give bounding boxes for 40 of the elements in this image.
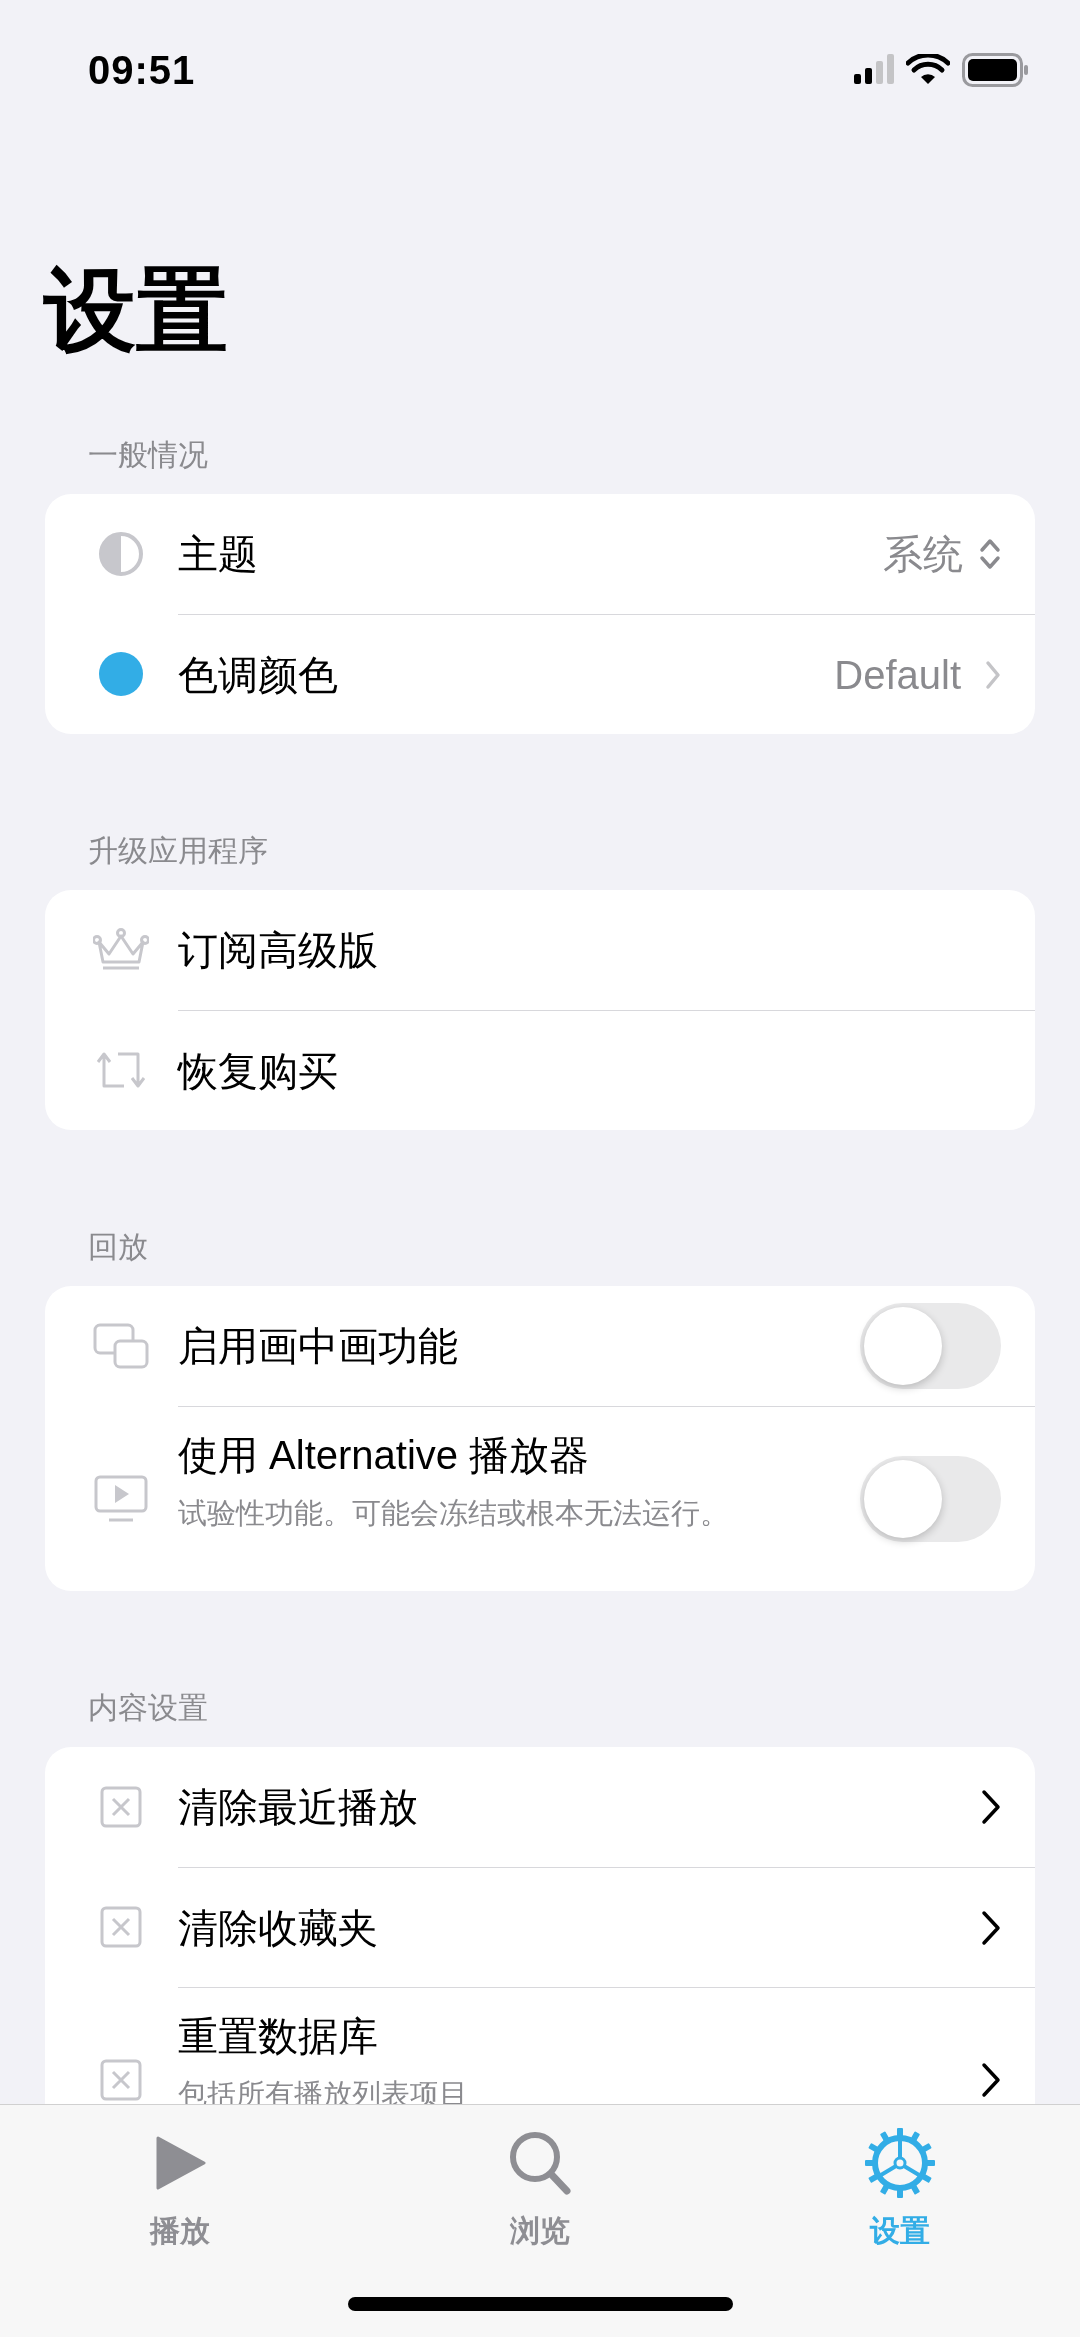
chevron-right-icon <box>981 1909 1001 1946</box>
settings-icon <box>865 2128 935 2198</box>
row-subtitle: 试验性功能。可能会冻结或根本无法运行。 <box>178 1496 730 1531</box>
row-label: 使用 Alternative 播放器 <box>178 1432 591 1479</box>
row-label: 清除最近播放 <box>178 1784 419 1831</box>
signal-icon <box>854 54 894 86</box>
chevron-right-icon <box>985 659 1001 690</box>
search-icon <box>509 2131 571 2195</box>
row-label: 重置数据库 <box>178 2013 379 2060</box>
row-label: 订阅高级版 <box>178 927 379 974</box>
section-header: 一般情况 <box>87 437 209 473</box>
crown-icon <box>93 928 149 972</box>
page-title: 设置 <box>42 260 229 360</box>
chevron-right-icon <box>981 2062 1001 2098</box>
tab-bar-item[interactable]: 浏览 <box>420 2125 660 2253</box>
theme-picker[interactable]: 系统 <box>883 524 1001 584</box>
color-dot-icon <box>98 651 144 697</box>
row-label: 启用画中画功能 <box>178 1323 459 1370</box>
row-label: 清除收藏夹 <box>178 1904 379 1952</box>
picture-in-picture-icon <box>93 1323 149 1369</box>
close-box-icon <box>100 2058 142 2101</box>
section-header: 内容设置 <box>87 1690 209 1726</box>
tv-play-icon <box>94 1474 148 1523</box>
play-icon <box>154 2135 206 2191</box>
wifi-icon <box>906 54 950 86</box>
up-down-chevron-icon <box>979 536 1001 572</box>
row-label: 恢复购买 <box>178 1047 339 1095</box>
tab-bar-item[interactable]: 设置 <box>780 2125 1020 2253</box>
tab-bar-item[interactable]: 播放 <box>60 2125 300 2253</box>
status-time: 09:51 <box>88 47 196 94</box>
row-label: 主题 <box>178 531 259 578</box>
battery-icon <box>962 53 1028 87</box>
section-header: 回放 <box>87 1229 149 1265</box>
close-box-icon <box>100 1786 142 1828</box>
close-box-icon <box>100 1906 142 1948</box>
chevron-right-icon <box>981 1789 1001 1825</box>
section-header: 升级应用程序 <box>87 833 269 869</box>
row-value: Default <box>834 651 961 699</box>
half-circle-icon <box>98 531 144 577</box>
row-label: 色调颜色 <box>178 651 339 699</box>
